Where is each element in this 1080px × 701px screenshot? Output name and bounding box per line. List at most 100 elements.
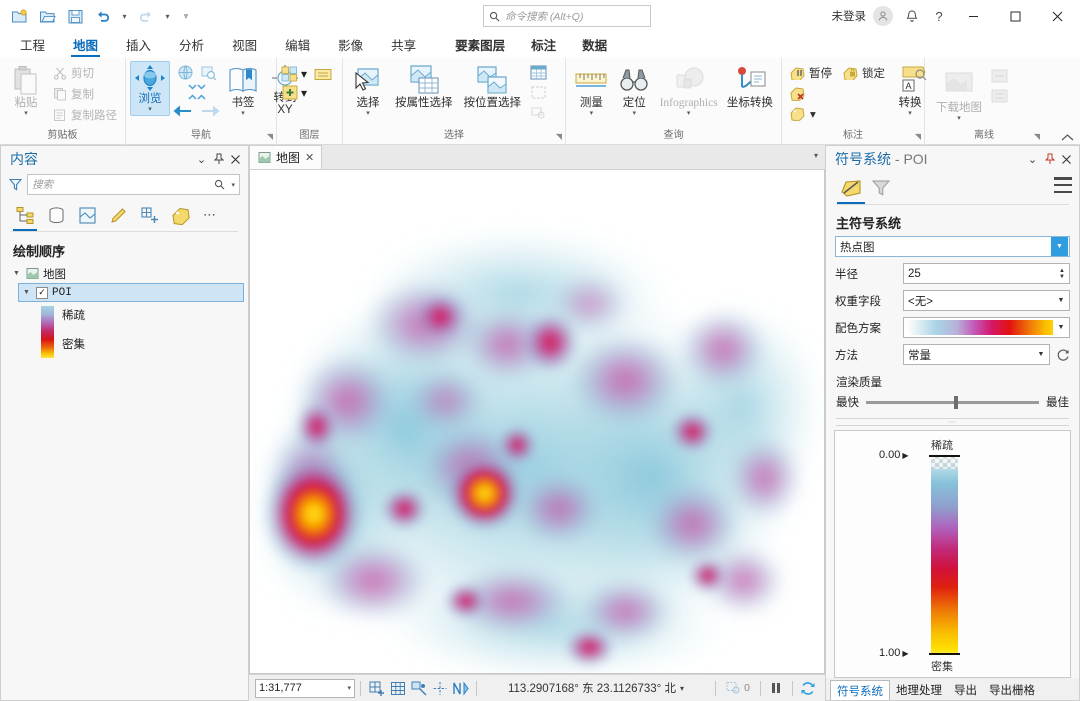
- manage-replica-button[interactable]: [990, 88, 1009, 104]
- download-map-button[interactable]: 下载地图 ▾: [929, 66, 989, 125]
- triangle-right-icon[interactable]: ▶: [902, 451, 908, 460]
- pane-tab-export-raster[interactable]: 导出栅格: [983, 680, 1041, 700]
- chevron-down-icon[interactable]: ▾: [24, 110, 28, 118]
- chevron-down-icon[interactable]: ▾: [687, 110, 691, 118]
- chevron-down-icon[interactable]: ▾: [301, 67, 307, 81]
- open-project-icon[interactable]: [34, 4, 60, 28]
- chevron-down-icon[interactable]: ▾: [347, 684, 351, 692]
- expander-icon[interactable]: ▼: [11, 270, 22, 277]
- refresh-button[interactable]: [1056, 348, 1070, 362]
- chevron-down-icon[interactable]: ▼: [1053, 297, 1069, 304]
- layer-visibility-checkbox[interactable]: ✓: [36, 286, 48, 299]
- chevron-down-icon[interactable]: ▾: [810, 107, 816, 121]
- tab-data[interactable]: 数据: [569, 34, 620, 58]
- explore-button[interactable]: 浏览 ▾: [130, 61, 170, 116]
- redo-icon[interactable]: [133, 4, 159, 28]
- contents-tab-editing[interactable]: [104, 202, 132, 228]
- dialog-launcher-icon[interactable]: ◥: [915, 130, 921, 144]
- chevron-down-icon[interactable]: ▾: [590, 110, 594, 118]
- tab-imagery[interactable]: 影像: [324, 34, 377, 58]
- notification-button[interactable]: [898, 3, 925, 29]
- dialog-launcher-icon[interactable]: ◥: [267, 130, 273, 144]
- map-scale-combo[interactable]: 1:31,777 ▾: [255, 678, 355, 698]
- pane-splitter[interactable]: ⋯: [836, 418, 1069, 426]
- pause-labeling-button[interactable]: 暂停: [786, 63, 836, 83]
- add-data-button[interactable]: [281, 84, 299, 101]
- copy-button[interactable]: 复制: [49, 84, 121, 104]
- triangle-right-icon[interactable]: ▶: [902, 649, 908, 658]
- chevron-down-icon[interactable]: ▾: [231, 181, 235, 189]
- maximize-button[interactable]: [994, 0, 1036, 32]
- close-button[interactable]: [1036, 0, 1078, 32]
- measure-button[interactable]: 测量 ▾: [570, 61, 613, 120]
- new-project-icon[interactable]: [6, 4, 32, 28]
- symbology-tab-vary-by-filter[interactable]: [866, 174, 896, 201]
- pin-icon[interactable]: [1041, 149, 1058, 169]
- undo-icon[interactable]: [90, 4, 116, 28]
- locate-button[interactable]: 定位 ▾: [614, 61, 655, 120]
- label-settings-button[interactable]: ▾: [786, 104, 889, 123]
- tab-view[interactable]: 视图: [218, 34, 271, 58]
- customize-qat-icon[interactable]: ⩔: [176, 4, 196, 28]
- contents-tab-selection[interactable]: [73, 202, 101, 228]
- convert-labels-button[interactable]: A 转换 ▾: [890, 61, 930, 120]
- expander-icon[interactable]: ▼: [21, 289, 32, 296]
- next-extent-button[interactable]: [201, 104, 221, 118]
- pause-drawing-button[interactable]: [766, 678, 787, 698]
- selected-features-indicator[interactable]: 0: [721, 678, 755, 698]
- chevron-down-icon[interactable]: ▼: [1051, 237, 1068, 256]
- tree-node-poi[interactable]: ▼ ✓ POI: [18, 283, 244, 302]
- contents-tab-drawing-order[interactable]: [11, 202, 39, 231]
- chevron-down-icon[interactable]: ▾: [632, 110, 636, 118]
- chevron-down-icon[interactable]: ⌄: [1024, 149, 1041, 169]
- snapping-button[interactable]: [408, 678, 429, 698]
- lock-labeling-button[interactable]: 锁定: [839, 63, 889, 83]
- north-arrow-button[interactable]: [450, 678, 471, 698]
- chevron-down-icon[interactable]: ▼: [1033, 351, 1049, 358]
- help-button[interactable]: ?: [925, 3, 952, 29]
- previous-extent-button[interactable]: [172, 104, 192, 118]
- save-project-icon[interactable]: [62, 4, 88, 28]
- tree-node-map[interactable]: ▼ 地图: [7, 264, 248, 283]
- chevron-down-icon[interactable]: ▾: [908, 110, 912, 118]
- select-by-attributes-button[interactable]: 按属性选择: [390, 61, 458, 112]
- chevron-down-icon[interactable]: ▾: [957, 115, 961, 123]
- refresh-button[interactable]: [798, 678, 819, 698]
- pane-tab-geoprocessing[interactable]: 地理处理: [890, 680, 948, 700]
- select-button[interactable]: 选择 ▾: [347, 61, 389, 120]
- tab-share[interactable]: 共享: [377, 34, 430, 58]
- sync-replica-button[interactable]: [990, 68, 1009, 84]
- chevron-down-icon[interactable]: ⌄: [193, 149, 210, 169]
- tab-insert[interactable]: 插入: [112, 34, 165, 58]
- pin-icon[interactable]: [210, 149, 227, 169]
- chevron-down-icon[interactable]: ▾: [680, 684, 684, 693]
- contents-tab-data-source[interactable]: [42, 202, 70, 228]
- add-preset-button[interactable]: [314, 67, 332, 82]
- basemap-button[interactable]: [281, 66, 299, 82]
- tab-feature-layer[interactable]: 要素图层: [442, 34, 518, 58]
- clear-labels-button[interactable]: [786, 84, 889, 103]
- primary-symbology-select[interactable]: 热点图 ▼: [835, 236, 1070, 257]
- chevron-down-icon[interactable]: ▾: [814, 151, 818, 160]
- hamburger-menu-icon[interactable]: [1054, 177, 1072, 193]
- copy-path-button[interactable]: 复制路径: [49, 105, 121, 125]
- spinner-icon[interactable]: ▲ ▼: [1055, 268, 1069, 280]
- funnel-icon[interactable]: [9, 178, 22, 191]
- chevron-down-icon[interactable]: ▾: [301, 86, 307, 100]
- sign-in-label[interactable]: 未登录: [825, 8, 874, 24]
- close-icon[interactable]: [1058, 149, 1075, 169]
- pane-tab-symbology[interactable]: 符号系统: [830, 680, 890, 700]
- cut-button[interactable]: 剪切: [49, 63, 121, 83]
- add-grid-button[interactable]: [366, 678, 387, 698]
- close-icon[interactable]: ✕: [305, 151, 314, 164]
- chevron-down-icon[interactable]: ▼: [1053, 324, 1069, 331]
- pane-tab-export[interactable]: 导出: [948, 680, 983, 700]
- map-view-tab[interactable]: 地图 ✕: [249, 145, 323, 169]
- slider-thumb[interactable]: [954, 395, 959, 409]
- tab-map[interactable]: 地图: [59, 34, 112, 58]
- weight-field-select[interactable]: <无> ▼: [903, 290, 1070, 311]
- command-search-box[interactable]: 命令搜索 (Alt+Q): [483, 5, 651, 27]
- map-canvas[interactable]: [249, 170, 825, 674]
- minimize-button[interactable]: [952, 0, 994, 32]
- tab-analysis[interactable]: 分析: [165, 34, 218, 58]
